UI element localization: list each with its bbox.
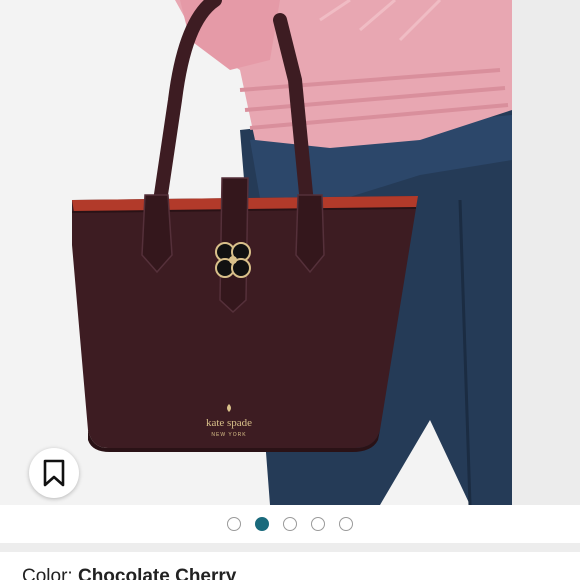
color-label: Color: xyxy=(22,566,78,580)
carousel-dot-4[interactable] xyxy=(311,517,325,531)
brand-logo-subtext: NEW YORK xyxy=(211,432,246,438)
product-photo-illustration: kate spade NEW YORK xyxy=(0,0,512,505)
bookmark-icon xyxy=(43,459,65,487)
brand-logo-text: kate spade xyxy=(206,417,252,429)
color-value: Chocolate Cherry xyxy=(77,566,237,580)
carousel-dot-1[interactable] xyxy=(227,517,241,531)
carousel-indicators xyxy=(0,505,580,543)
product-photo[interactable]: kate spade NEW YORK xyxy=(0,0,512,505)
section-divider xyxy=(0,543,580,552)
carousel-dot-2-active[interactable] xyxy=(255,517,269,531)
carousel-dot-3[interactable] xyxy=(283,517,297,531)
color-selector[interactable]: Color: Chocolate Cherry xyxy=(22,566,236,580)
carousel-dot-5[interactable] xyxy=(339,517,353,531)
bookmark-button[interactable] xyxy=(29,448,79,498)
image-gallery[interactable]: kate spade NEW YORK xyxy=(0,0,580,505)
next-image-peek[interactable] xyxy=(512,0,580,505)
